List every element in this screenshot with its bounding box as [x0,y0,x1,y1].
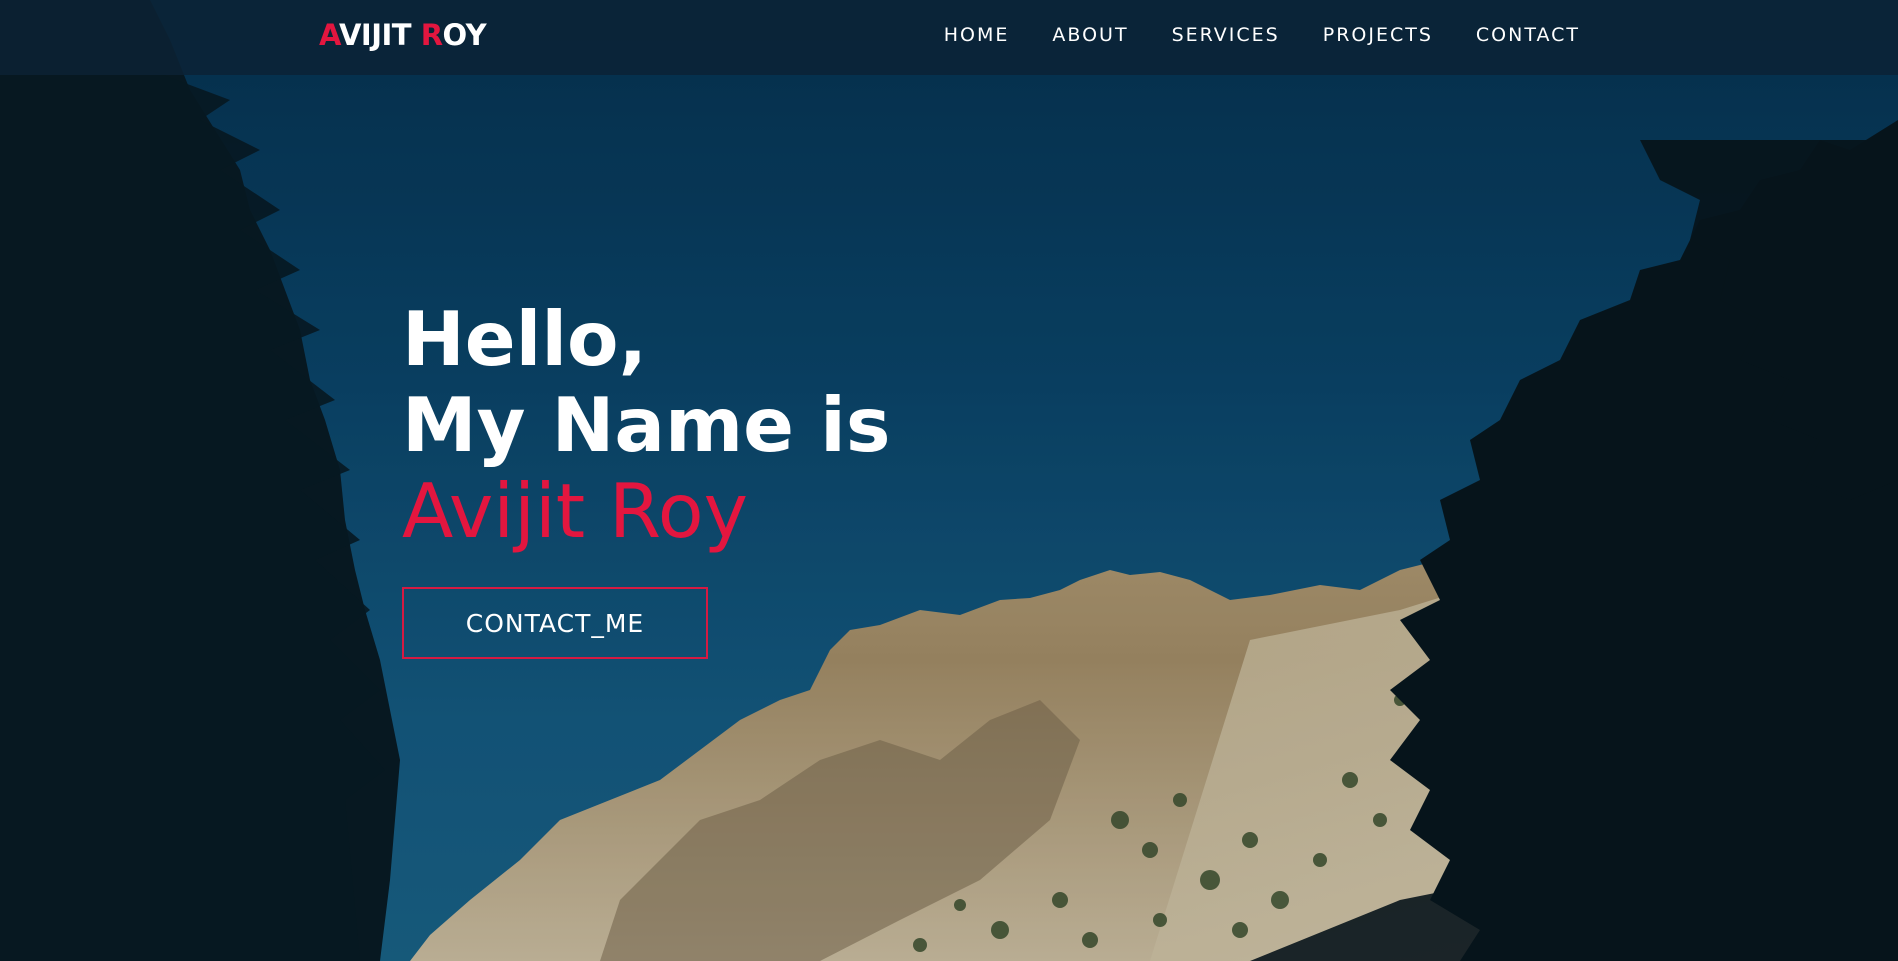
site-logo[interactable]: AVIJIT ROY [319,18,487,52]
nav-about[interactable]: ABOUT [1052,24,1128,46]
hero-text: Hello, My Name is Avijit Roy [402,296,891,554]
hero-greeting: Hello, [402,295,648,383]
nav-home[interactable]: HOME [944,24,1010,46]
logo-last-rest: OY [442,18,487,52]
nav-contact[interactable]: CONTACT [1476,24,1580,46]
logo-initial-r: R [420,18,443,52]
hero-intro: My Name is [402,381,891,469]
hero-name: Avijit Roy [402,467,749,555]
contact-me-button[interactable]: CONTACT_ME [402,587,708,659]
nav-projects[interactable]: PROJECTS [1323,24,1433,46]
main-nav: HOME ABOUT SERVICES PROJECTS CONTACT [944,24,1580,46]
logo-initial-a: A [319,18,339,52]
contact-me-label: CONTACT_ME [465,608,645,638]
logo-first-rest: VIJIT [338,18,421,52]
nav-services[interactable]: SERVICES [1172,24,1280,46]
page: AVIJIT ROY HOME ABOUT SERVICES PROJECTS … [0,0,1898,961]
top-navbar: AVIJIT ROY HOME ABOUT SERVICES PROJECTS … [0,0,1898,75]
hero-background-image [0,0,1898,961]
